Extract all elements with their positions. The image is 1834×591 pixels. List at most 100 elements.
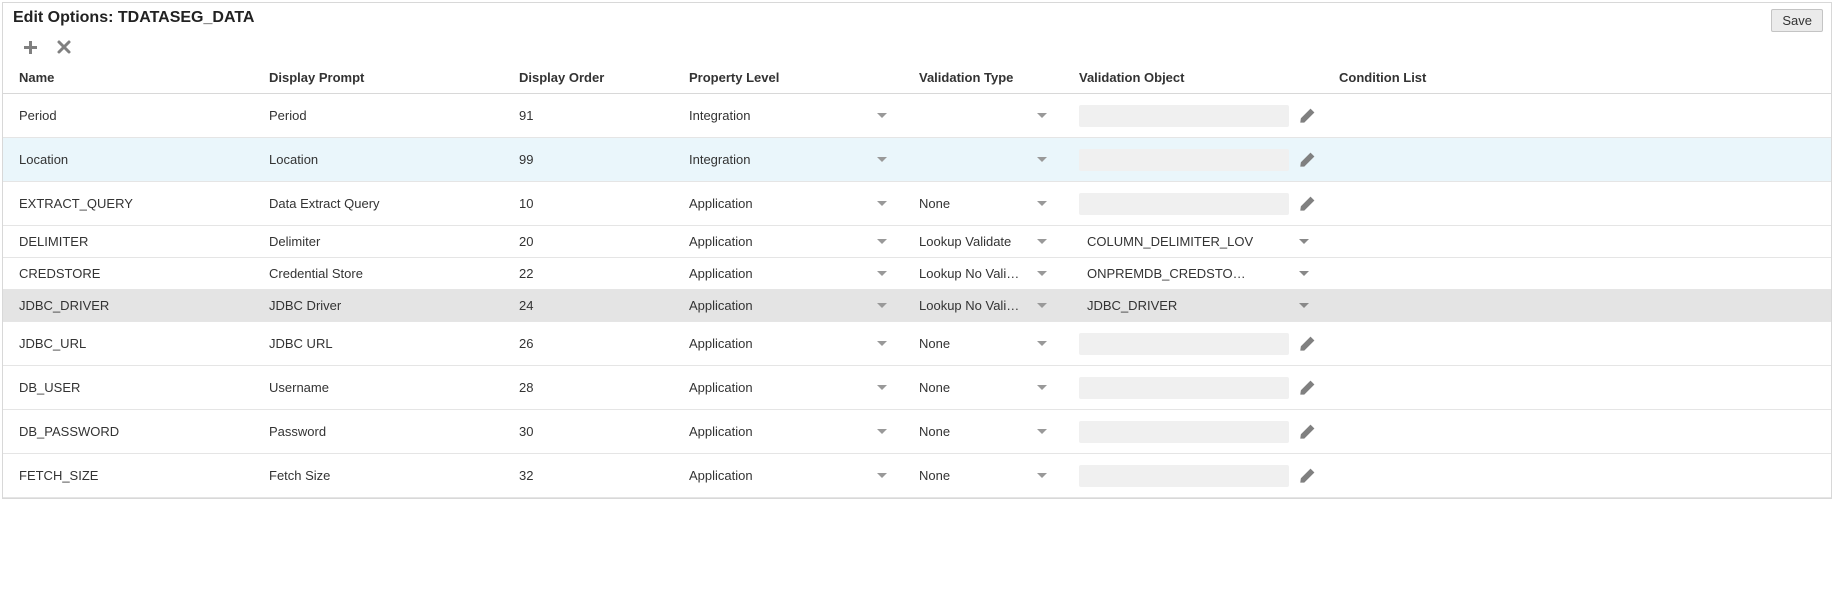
property-level-dropdown[interactable]: Application <box>689 424 895 439</box>
validation-type-dropdown[interactable]: None <box>919 336 1055 351</box>
table-row[interactable]: FETCH_SIZEFetch Size32 Application None <box>3 454 1831 498</box>
property-level-dropdown[interactable]: Application <box>689 266 895 281</box>
cell-order[interactable]: 20 <box>503 226 673 258</box>
cell-prompt[interactable]: JDBC Driver <box>253 290 503 322</box>
property-level-dropdown[interactable]: Application <box>689 298 895 313</box>
cell-order[interactable]: 99 <box>503 138 673 182</box>
cell-prompt[interactable]: Location <box>253 138 503 182</box>
cell-name[interactable]: DELIMITER <box>3 226 253 258</box>
property-level-dropdown[interactable]: Application <box>689 196 895 211</box>
cell-name[interactable]: DB_USER <box>3 366 253 410</box>
table-row[interactable]: EXTRACT_QUERYData Extract Query10 Applica… <box>3 182 1831 226</box>
table-row[interactable]: CREDSTORECredential Store22 Application Lo… <box>3 258 1831 290</box>
table-row[interactable]: JDBC_URLJDBC URL26 Application None <box>3 322 1831 366</box>
cell-prompt[interactable]: JDBC URL <box>253 322 503 366</box>
validation-type-dropdown[interactable]: Lookup No Vali… <box>919 266 1055 281</box>
table-row[interactable]: PeriodPeriod91Integration <box>3 94 1831 138</box>
col-header-vobj[interactable]: Validation Object <box>1063 62 1323 94</box>
cell-prompt[interactable]: Delimiter <box>253 226 503 258</box>
table-row[interactable]: JDBC_DRIVERJDBC Driver24ApplicationLooku… <box>3 290 1831 322</box>
table-row[interactable]: DB_USERUsername28 Application None <box>3 366 1831 410</box>
edit-icon[interactable] <box>1299 336 1315 352</box>
cell-prompt[interactable]: Credential Store <box>253 258 503 290</box>
validation-object-dropdown[interactable]: ONPREMDB_CREDSTO… <box>1079 263 1315 285</box>
validation-object-dropdown[interactable]: COLUMN_DELIMITER_LOV <box>1079 231 1315 253</box>
validation-object-input[interactable] <box>1079 105 1289 127</box>
cell-name[interactable]: JDBC_DRIVER <box>3 290 253 322</box>
cell-order[interactable]: 24 <box>503 290 673 322</box>
cell-condition-list[interactable] <box>1323 366 1831 410</box>
validation-type-dropdown[interactable]: None <box>919 380 1055 395</box>
cell-condition-list[interactable] <box>1323 182 1831 226</box>
validation-object-input[interactable] <box>1079 193 1289 215</box>
validation-object-input[interactable] <box>1079 421 1289 443</box>
col-header-cond[interactable]: Condition List <box>1323 62 1831 94</box>
cell-prompt[interactable]: Password <box>253 410 503 454</box>
edit-icon[interactable] <box>1299 108 1315 124</box>
property-level-dropdown[interactable]: Application <box>689 468 895 483</box>
validation-object-input[interactable] <box>1079 333 1289 355</box>
edit-icon[interactable] <box>1299 468 1315 484</box>
cell-prompt[interactable]: Username <box>253 366 503 410</box>
cell-name[interactable]: JDBC_URL <box>3 322 253 366</box>
validation-object-input[interactable] <box>1079 377 1289 399</box>
validation-object-dropdown[interactable]: JDBC_DRIVER <box>1079 295 1315 317</box>
cell-prompt[interactable]: Fetch Size <box>253 454 503 498</box>
edit-icon[interactable] <box>1299 196 1315 212</box>
cell-prompt[interactable]: Period <box>253 94 503 138</box>
validation-type-dropdown[interactable]: None <box>919 424 1055 439</box>
validation-type-dropdown[interactable] <box>919 157 1055 162</box>
cell-order[interactable]: 22 <box>503 258 673 290</box>
validation-object-input[interactable] <box>1079 149 1289 171</box>
cell-name[interactable]: CREDSTORE <box>3 258 253 290</box>
validation-type-dropdown[interactable]: Lookup Validate <box>919 234 1055 249</box>
cell-order[interactable]: 30 <box>503 410 673 454</box>
validation-type-dropdown[interactable]: None <box>919 196 1055 211</box>
cell-condition-list[interactable] <box>1323 138 1831 182</box>
cell-prompt[interactable]: Data Extract Query <box>253 182 503 226</box>
property-level-dropdown[interactable]: Application <box>689 380 895 395</box>
edit-icon[interactable] <box>1299 152 1315 168</box>
col-header-prompt[interactable]: Display Prompt <box>253 62 503 94</box>
property-level-dropdown[interactable]: Application <box>689 234 895 249</box>
table-row[interactable]: DB_PASSWORDPassword30 Application None <box>3 410 1831 454</box>
validation-type-dropdown[interactable]: None <box>919 468 1055 483</box>
delete-icon[interactable] <box>55 38 73 56</box>
validation-type-dropdown[interactable]: Lookup No Vali… <box>919 298 1055 313</box>
property-level-dropdown[interactable]: Application <box>689 336 895 351</box>
cell-property-level: Integration <box>673 94 903 138</box>
table-row[interactable]: DELIMITERDelimiter20 Application Lookup Va… <box>3 226 1831 258</box>
save-button[interactable]: Save <box>1771 9 1823 32</box>
cell-order[interactable]: 10 <box>503 182 673 226</box>
col-header-plevel[interactable]: Property Level <box>673 62 903 94</box>
cell-condition-list[interactable] <box>1323 226 1831 258</box>
property-level-dropdown[interactable]: Integration <box>689 152 895 167</box>
table-row[interactable]: LocationLocation99Integration <box>3 138 1831 182</box>
cell-condition-list[interactable] <box>1323 94 1831 138</box>
cell-name[interactable]: DB_PASSWORD <box>3 410 253 454</box>
validation-type-dropdown[interactable] <box>919 113 1055 118</box>
cell-condition-list[interactable] <box>1323 410 1831 454</box>
cell-name[interactable]: FETCH_SIZE <box>3 454 253 498</box>
cell-name[interactable]: Period <box>3 94 253 138</box>
validation-object-input[interactable] <box>1079 465 1289 487</box>
cell-order[interactable]: 26 <box>503 322 673 366</box>
property-level-dropdown[interactable]: Integration <box>689 108 895 123</box>
col-header-order[interactable]: Display Order <box>503 62 673 94</box>
col-header-vtype[interactable]: Validation Type <box>903 62 1063 94</box>
cell-condition-list[interactable] <box>1323 454 1831 498</box>
edit-icon[interactable] <box>1299 424 1315 440</box>
edit-icon[interactable] <box>1299 380 1315 396</box>
cell-condition-list[interactable] <box>1323 258 1831 290</box>
cell-condition-list[interactable] <box>1323 290 1831 322</box>
add-icon[interactable] <box>21 38 39 56</box>
cell-name[interactable]: EXTRACT_QUERY <box>3 182 253 226</box>
cell-order[interactable]: 32 <box>503 454 673 498</box>
validation-object-value: ONPREMDB_CREDSTO… <box>1087 266 1293 281</box>
col-header-name[interactable]: Name <box>3 62 253 94</box>
cell-order[interactable]: 91 <box>503 94 673 138</box>
cell-condition-list[interactable] <box>1323 322 1831 366</box>
cell-name[interactable]: Location <box>3 138 253 182</box>
cell-property-level: Application <box>673 454 903 498</box>
cell-order[interactable]: 28 <box>503 366 673 410</box>
